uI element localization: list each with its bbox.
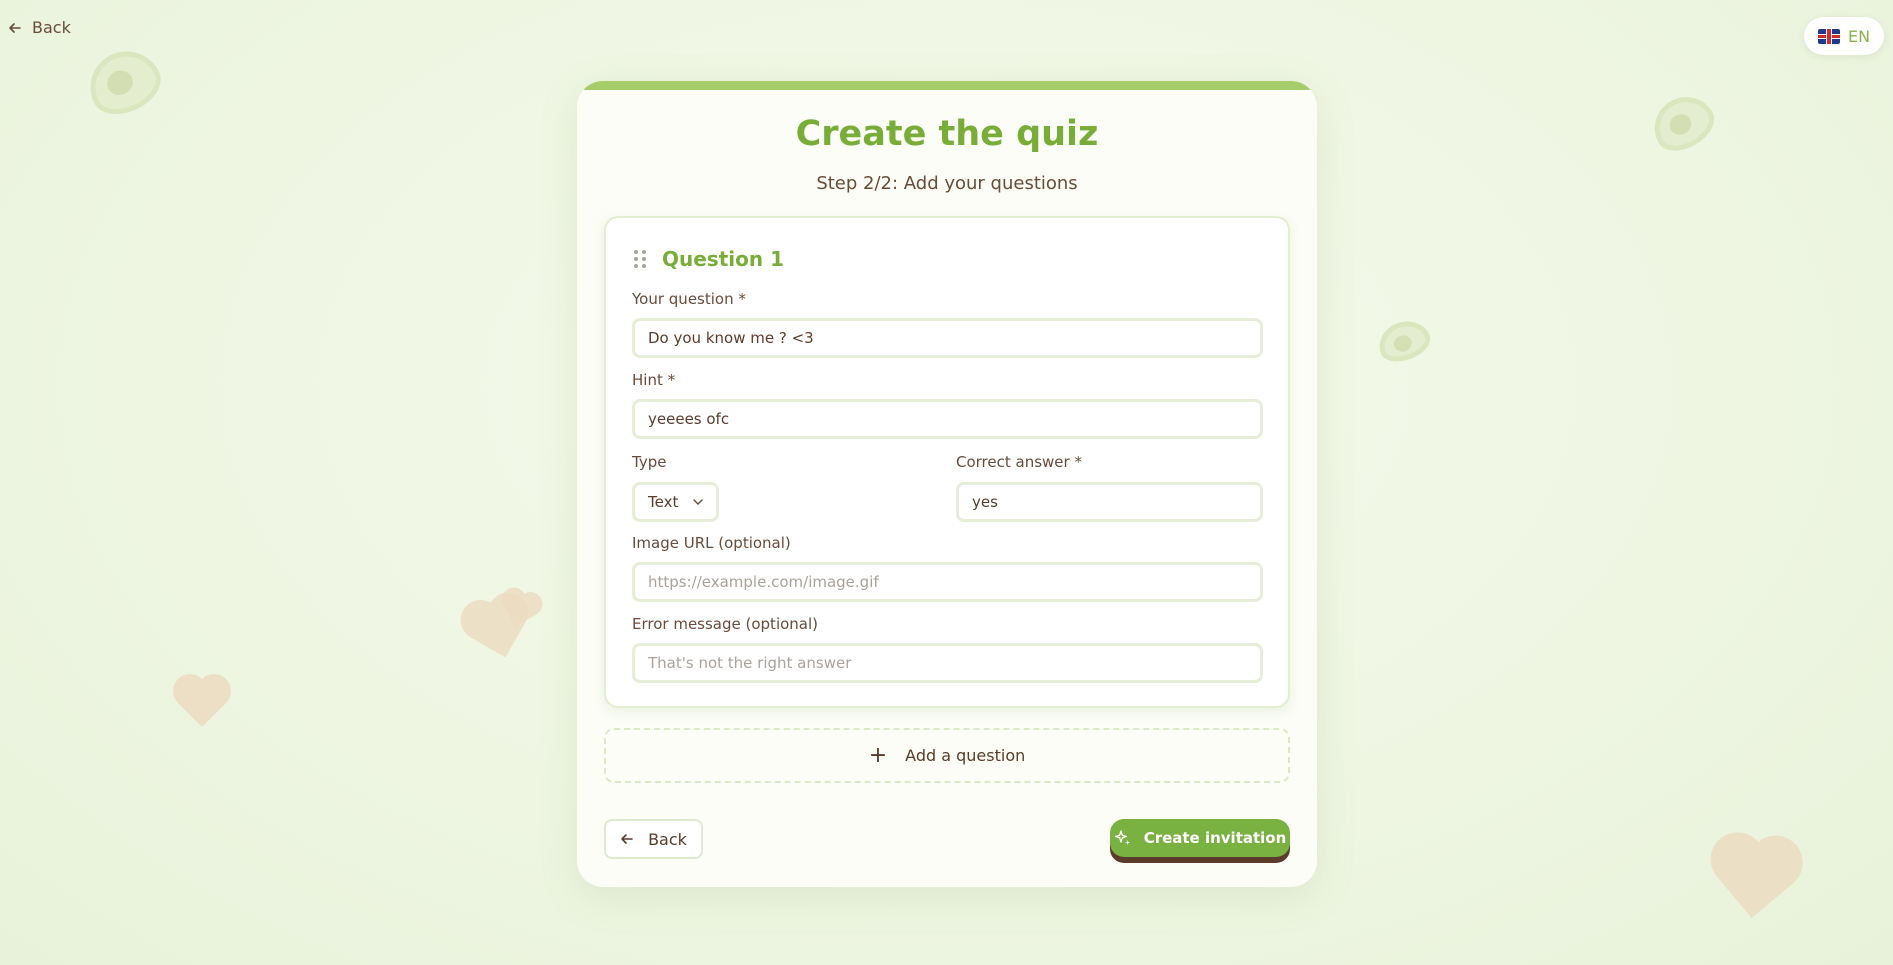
create-invitation-button[interactable]: Create invitation: [1110, 819, 1290, 857]
hint-label: Hint *: [632, 371, 676, 389]
card-top-accent: [577, 81, 1317, 90]
create-invitation-label: Create invitation: [1143, 829, 1287, 847]
add-question-button[interactable]: + Add a question: [604, 728, 1290, 783]
uk-flag-icon: [1817, 28, 1840, 44]
language-switcher[interactable]: EN: [1804, 17, 1884, 55]
heart-decoration: [177, 678, 227, 728]
back-button-label: Back: [648, 829, 687, 849]
avocado-decoration: [1373, 314, 1435, 368]
image-url-label: Image URL (optional): [632, 534, 791, 552]
heart-decoration: [1716, 841, 1794, 919]
question-card: Question 1 Your question * Hint * Type T…: [604, 216, 1290, 708]
top-back-label: Back: [32, 18, 71, 37]
question-label: Your question *: [632, 290, 746, 308]
hint-input[interactable]: [632, 399, 1263, 439]
back-button[interactable]: Back: [604, 819, 703, 859]
avocado-decoration: [78, 39, 170, 125]
type-select-value: Text: [648, 493, 679, 511]
drag-handle-icon[interactable]: [634, 250, 646, 268]
answer-input[interactable]: [956, 482, 1263, 522]
error-message-input[interactable]: [632, 643, 1263, 683]
quiz-card: Create the quiz Step 2/2: Add your quest…: [577, 81, 1317, 887]
question-title: Question 1: [662, 247, 784, 271]
page-title: Create the quiz: [795, 114, 1099, 154]
type-select[interactable]: Text: [632, 482, 719, 522]
answer-label: Correct answer *: [956, 453, 1082, 471]
sparkles-icon: [1114, 830, 1130, 845]
plus-icon: +: [868, 743, 888, 768]
top-back-link[interactable]: Back: [8, 18, 71, 37]
question-input[interactable]: [632, 318, 1263, 358]
language-label: EN: [1847, 26, 1871, 46]
arrow-left-icon: [621, 834, 633, 844]
avocado-decoration: [1643, 85, 1723, 161]
arrow-left-icon: [9, 22, 21, 33]
image-url-input[interactable]: [632, 562, 1263, 602]
chevron-down-icon: [693, 499, 703, 505]
page-subtitle: Step 2/2: Add your questions: [816, 173, 1078, 194]
add-question-label: Add a question: [905, 746, 1026, 765]
type-label: Type: [632, 453, 667, 471]
question-header: Question 1: [634, 247, 784, 271]
error-message-label: Error message (optional): [632, 615, 819, 633]
